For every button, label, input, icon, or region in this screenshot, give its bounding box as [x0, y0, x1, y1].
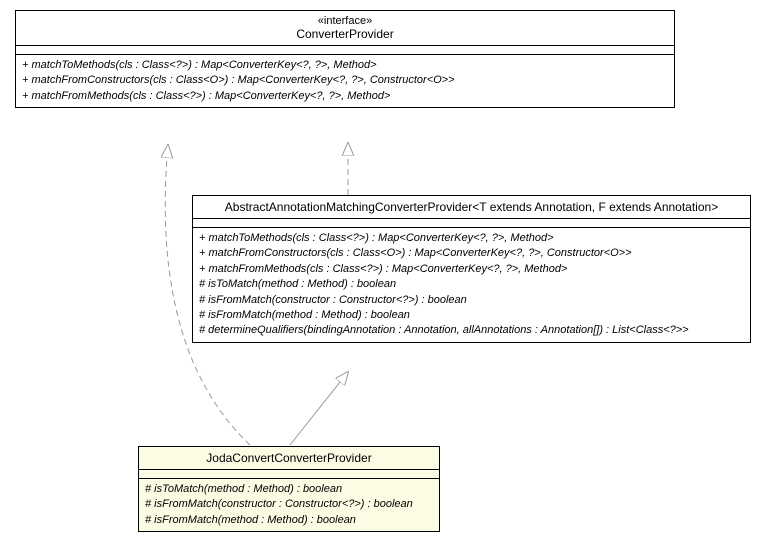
method-item: # isFromMatch(method : Method) : boolean	[199, 308, 744, 323]
method-item: # isFromMatch(constructor : Constructor<…	[199, 293, 744, 308]
method-item: # determineQualifiers(bindingAnnotation …	[199, 323, 744, 338]
attributes-section	[16, 46, 674, 55]
method-item: + matchFromConstructors(cls : Class<O>) …	[22, 73, 668, 88]
attributes-section	[193, 219, 750, 228]
method-item: # isToMatch(method : Method) : boolean	[145, 482, 433, 497]
method-item: + matchToMethods(cls : Class<?>) : Map<C…	[199, 231, 744, 246]
class-header: JodaConvertConverterProvider	[139, 447, 439, 470]
class-abstract-annotation-matching: AbstractAnnotationMatchingConverterProvi…	[192, 195, 751, 343]
class-joda-convert: JodaConvertConverterProvider # isToMatch…	[138, 446, 440, 532]
method-item: # isFromMatch(method : Method) : boolean	[145, 513, 433, 528]
interface-converter-provider: «interface» ConverterProvider + matchToM…	[15, 10, 675, 108]
stereotype-label: «interface»	[24, 15, 666, 27]
method-item: + matchFromConstructors(cls : Class<O>) …	[199, 246, 744, 261]
method-item: + matchToMethods(cls : Class<?>) : Map<C…	[22, 58, 668, 73]
methods-section: + matchToMethods(cls : Class<?>) : Map<C…	[16, 55, 674, 107]
attributes-section	[139, 470, 439, 479]
methods-section: # isToMatch(method : Method) : boolean #…	[139, 479, 439, 531]
class-name-text: JodaConvertConverterProvider	[206, 451, 371, 465]
class-name-text: AbstractAnnotationMatchingConverterProvi…	[225, 200, 718, 214]
class-header: «interface» ConverterProvider	[16, 11, 674, 46]
method-item: # isToMatch(method : Method) : boolean	[199, 277, 744, 292]
method-item: # isFromMatch(constructor : Constructor<…	[145, 497, 433, 512]
method-item: + matchFromMethods(cls : Class<?>) : Map…	[22, 89, 668, 104]
class-name-text: ConverterProvider	[296, 27, 393, 41]
method-item: + matchFromMethods(cls : Class<?>) : Map…	[199, 262, 744, 277]
methods-section: + matchToMethods(cls : Class<?>) : Map<C…	[193, 228, 750, 342]
class-header: AbstractAnnotationMatchingConverterProvi…	[193, 196, 750, 219]
